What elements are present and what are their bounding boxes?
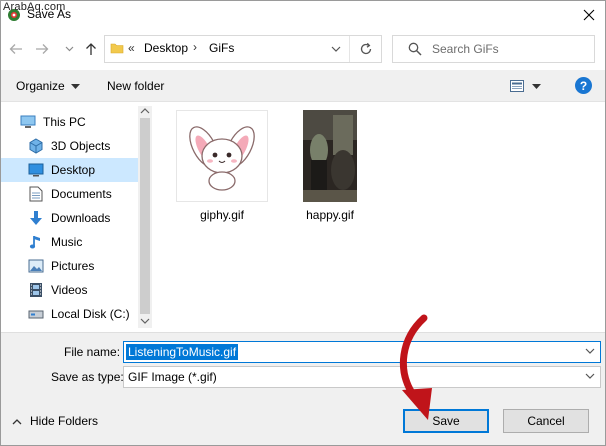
chevron-down-icon[interactable] [584,369,596,383]
chevron-down-icon [331,46,341,52]
watermark-text: ArabAq.com [3,1,66,13]
file-name-input-value[interactable]: ListeningToMusic.gif [126,344,239,360]
address-divider [349,36,350,62]
chevron-down-icon [65,46,74,52]
nav-item-label: Pictures [51,259,95,273]
arrow-right-icon [35,43,49,55]
file-item-happy[interactable]: happy.gif [303,110,357,222]
nav-item-downloads[interactable]: Downloads [0,206,138,230]
nav-item-desktop[interactable]: Desktop [0,158,138,182]
arrow-left-icon [9,43,23,55]
breadcrumb-desktop[interactable]: Desktop [144,41,188,55]
documents-icon [27,186,45,202]
nav-scrollbar-thumb[interactable] [140,118,150,314]
file-thumbnail [303,110,357,202]
hide-folders-label: Hide Folders [30,414,99,428]
file-item-giphy[interactable]: giphy.gif [176,110,268,222]
nav-item-label: Videos [51,283,88,297]
nav-item-label: Desktop [51,163,96,177]
nav-item-label: Downloads [51,211,111,225]
nav-item-documents[interactable]: Documents [0,182,138,206]
file-thumbnail [176,110,268,202]
cube-icon [27,138,45,154]
file-name-label: happy.gif [306,208,354,222]
search-icon [408,42,422,56]
hide-folders-button[interactable]: Hide Folders [12,414,98,428]
help-button[interactable]: ? [575,77,592,94]
breadcrumb-separator[interactable]: › [193,40,197,54]
refresh-icon [359,42,373,56]
music-note-icon [27,234,45,250]
close-icon [583,9,595,21]
file-name-field-label: File name: [64,345,121,359]
close-button[interactable] [572,0,606,30]
cancel-button[interactable]: Cancel [503,409,589,433]
file-name-label: giphy.gif [200,208,244,222]
nav-item-local-disk[interactable]: Local Disk (C:) [0,302,138,326]
desktop-icon [27,162,45,178]
organize-button[interactable]: Organize [10,75,86,97]
address-dropdown-button[interactable] [324,36,348,62]
up-button[interactable] [82,40,100,58]
nav-item-music[interactable]: Music [0,230,138,254]
breadcrumb-gifs[interactable]: GiFs [209,41,234,55]
change-view-button[interactable] [510,76,541,96]
dark-scene-photo [303,110,357,202]
address-overflow[interactable]: « [128,41,135,55]
chevron-down-icon[interactable] [584,344,596,358]
caret-down-icon [70,83,80,89]
folder-icon [110,41,124,55]
pictures-icon [27,258,45,274]
save-button[interactable]: Save [403,409,489,433]
navigation-pane: This PC 3D Objects Desktop Documents Dow… [0,103,152,331]
bunny-cartoon-image [177,111,267,201]
pc-icon [19,114,37,130]
nav-item-this-pc[interactable]: This PC [0,110,138,134]
caret-down-icon [532,83,541,89]
forward-button[interactable] [32,40,52,58]
back-button[interactable] [6,40,26,58]
film-icon [27,282,45,298]
title-bar [0,0,606,30]
nav-item-label: 3D Objects [51,139,111,153]
search-input[interactable] [432,36,590,61]
nav-item-label: Documents [51,187,112,201]
recent-locations-button[interactable] [62,40,76,58]
scroll-up-icon[interactable] [139,106,151,116]
nav-item-label: This PC [43,115,86,129]
arrow-up-icon [85,42,97,56]
nav-item-3d-objects[interactable]: 3D Objects [0,134,138,158]
nav-item-pictures[interactable]: Pictures [0,254,138,278]
organize-label: Organize [16,79,65,93]
download-arrow-icon [27,210,45,226]
new-folder-label: New folder [107,79,165,93]
scroll-down-icon[interactable] [139,316,151,326]
refresh-button[interactable] [352,36,380,62]
disk-icon [27,306,45,322]
save-type-field-label: Save as type: [51,370,124,384]
view-details-icon [510,80,524,92]
nav-item-label: Music [51,235,83,249]
save-type-selected-value: GIF Image (*.gif) [128,370,217,384]
chevron-up-icon [12,418,22,425]
nav-item-videos[interactable]: Videos [0,278,138,302]
new-folder-button[interactable]: New folder [101,75,170,97]
nav-item-label: Local Disk (C:) [51,307,130,321]
